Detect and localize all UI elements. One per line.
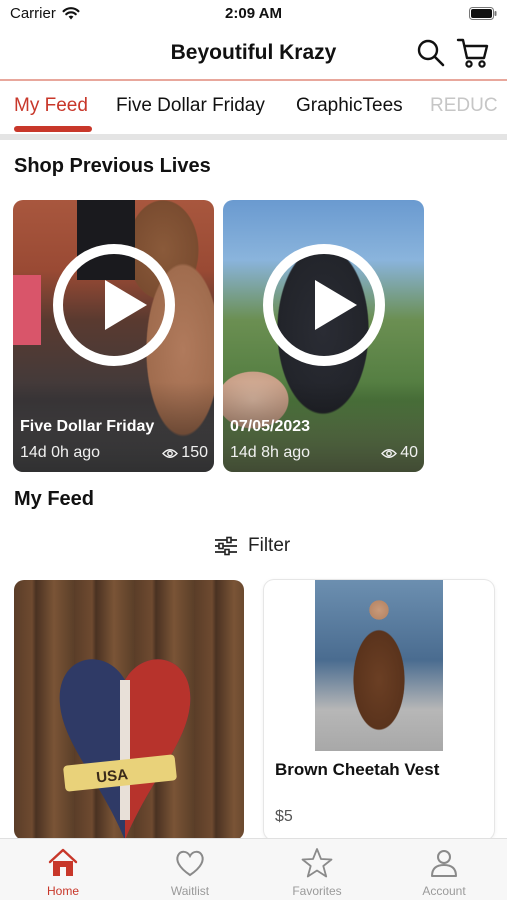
header-divider [0, 79, 507, 81]
nav-label: Waitlist [170, 884, 210, 898]
svg-text:USA: USA [96, 766, 129, 786]
play-icon[interactable] [263, 244, 385, 366]
tab-divider [0, 134, 507, 140]
sliders-icon [215, 536, 237, 556]
eye-icon [381, 448, 398, 458]
live-views: 40 [381, 444, 418, 462]
search-icon[interactable] [416, 38, 446, 68]
product-name: Brown Cheetah Vest [275, 760, 440, 779]
play-icon[interactable] [53, 244, 175, 366]
heart-icon [176, 850, 204, 877]
live-view-count: 40 [400, 444, 418, 461]
nav-favorites[interactable]: Favorites [254, 839, 380, 900]
tab-five-dollar-friday[interactable]: Five Dollar Friday [116, 95, 265, 117]
previous-lives-title: Shop Previous Lives [14, 155, 211, 177]
nav-label: Home [46, 884, 79, 898]
live-time-ago: 14d 0h ago [20, 444, 101, 461]
live-view-count: 150 [181, 444, 208, 461]
bottom-nav: Home Waitlist Favorites Account [0, 838, 507, 900]
tab-graphic-tees[interactable]: GraphicTees [296, 95, 403, 117]
live-card[interactable]: Five Dollar Friday 14d 0h ago 150 [13, 200, 214, 472]
nav-label: Account [422, 884, 466, 898]
status-bar: Carrier 2:09 AM [0, 0, 507, 30]
person-icon [431, 850, 457, 877]
feed-title: My Feed [14, 488, 95, 510]
product-price: $5 [275, 808, 293, 825]
active-tab-indicator [14, 126, 92, 132]
app-header: Beyoutiful Krazy [0, 30, 507, 78]
home-icon [48, 848, 78, 876]
filter-label: Filter [248, 535, 291, 556]
tab-reduced[interactable]: REDUC [430, 95, 498, 117]
status-time: 2:09 AM [225, 5, 282, 22]
nav-waitlist[interactable]: Waitlist [127, 839, 253, 900]
nav-label: Favorites [292, 884, 342, 898]
product-image-heart: USA [59, 659, 191, 840]
cart-icon[interactable] [456, 37, 490, 69]
live-title: Five Dollar Friday [20, 418, 155, 435]
live-views: 150 [162, 444, 208, 462]
nav-account[interactable]: Account [381, 839, 507, 900]
nav-home[interactable]: Home [0, 839, 126, 900]
product-card[interactable]: Brown Cheetah Vest $5 [264, 580, 494, 840]
battery-icon [469, 7, 497, 20]
star-icon [301, 848, 333, 878]
eye-icon [162, 448, 179, 458]
live-title: 07/05/2023 [230, 418, 311, 435]
product-image [315, 580, 443, 751]
tab-my-feed[interactable]: My Feed [14, 95, 88, 117]
filter-button[interactable]: Filter [214, 533, 290, 559]
live-time-ago: 14d 8h ago [230, 444, 311, 461]
live-card[interactable]: 07/05/2023 14d 8h ago 40 [223, 200, 424, 472]
pink-shirt [13, 275, 41, 345]
product-card[interactable]: USA [14, 580, 244, 840]
